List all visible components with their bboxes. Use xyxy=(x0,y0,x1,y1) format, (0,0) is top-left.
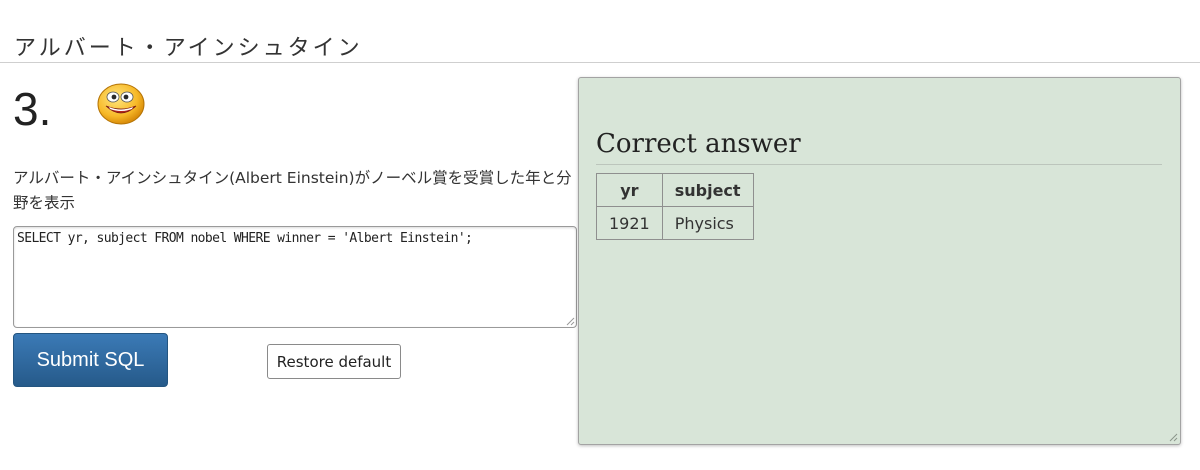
sql-editor[interactable]: SELECT yr, subject FROM nobel WHERE winn… xyxy=(13,226,577,328)
question-text: アルバート・アインシュタイン(Albert Einstein)がノーベル賞を受賞… xyxy=(13,169,572,212)
answer-divider xyxy=(596,164,1162,165)
result-table: yr subject 1921 Physics xyxy=(596,173,754,240)
restore-default-button[interactable]: Restore default xyxy=(267,344,401,379)
answer-title: Correct answer xyxy=(596,129,801,159)
table-row: 1921 Physics xyxy=(596,206,754,240)
resize-grip-icon[interactable] xyxy=(1168,432,1178,442)
cell-yr: 1921 xyxy=(596,206,663,240)
answer-panel: Correct answer yr subject 1921 Physics xyxy=(578,77,1181,445)
resize-grip-icon[interactable] xyxy=(565,316,575,326)
heading-divider xyxy=(0,62,1200,63)
page: アルバート・アインシュタイン 3. アルバート・アインシュタイン(Albert … xyxy=(0,0,1200,470)
section-heading: アルバート・アインシュタイン xyxy=(14,36,363,61)
sql-query-text[interactable]: SELECT yr, subject FROM nobel WHERE winn… xyxy=(17,231,473,246)
smiley-face-icon xyxy=(97,83,145,125)
question-number: 3. xyxy=(13,83,52,135)
column-header-subject: subject xyxy=(661,173,754,207)
submit-sql-button[interactable]: Submit SQL xyxy=(13,333,168,387)
table-header-row: yr subject xyxy=(596,173,754,207)
cell-subject: Physics xyxy=(661,206,754,240)
column-header-yr: yr xyxy=(596,173,663,207)
